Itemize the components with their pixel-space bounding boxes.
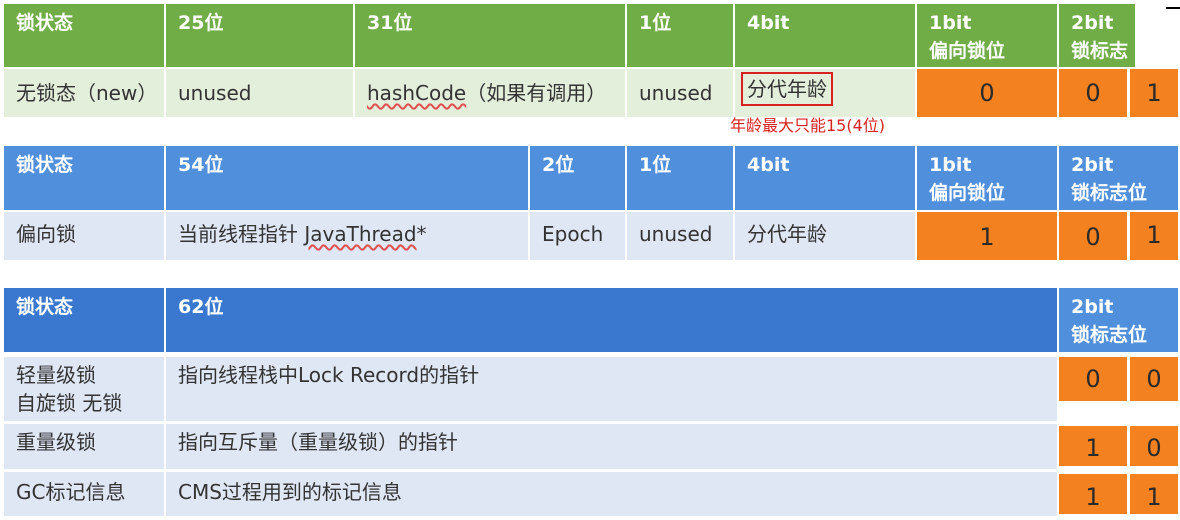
t3-row3-bit-2: 1: [1130, 474, 1178, 514]
t1-header-25: 25位: [166, 4, 353, 67]
t2-flag-bit-1: 0: [1059, 212, 1127, 260]
t3-row1-bit-1: 0: [1059, 357, 1127, 401]
corner-mark: [1166, 7, 1180, 9]
t1-cell-state: 无锁态（new）: [4, 69, 164, 117]
t1-header-1: 1位: [627, 4, 733, 67]
t1-hashcode-text: hashCode: [367, 81, 467, 105]
t3-header-62: 62位: [166, 288, 1057, 352]
t2-cell-2: Epoch: [530, 212, 625, 260]
t2-cell-4bit: 分代年龄: [735, 212, 915, 260]
t3-row2-content: 指向互斥量（重量级锁）的指针: [166, 424, 1057, 469]
t1-flag-bit-2: 1: [1130, 69, 1178, 117]
t1-header-4bit: 4bit: [735, 4, 915, 67]
t1-header-state: 锁状态: [4, 4, 164, 67]
t2-header-lock-flag: 2bit 锁标志位: [1059, 146, 1178, 210]
t1-header-31: 31位: [355, 4, 625, 67]
t2-header-2: 2位: [530, 146, 625, 210]
t1-hashcode-suffix: （如果有调用）: [466, 81, 607, 105]
t3-header-lock-flag: 2bit 锁标志位: [1059, 288, 1178, 352]
t3-row1-bit-2: 0: [1130, 357, 1178, 401]
t3-row2-state: 重量级锁: [4, 424, 164, 469]
t1-cell-4bit: 分代年龄: [735, 69, 915, 117]
t3-row2-bit-2: 0: [1130, 426, 1178, 466]
t1-header-biased-bit: 1bit 偏向锁位: [917, 4, 1057, 67]
t2-cell-54: 当前线程指针 JavaThread*: [166, 212, 528, 260]
t3-header-state: 锁状态: [4, 288, 164, 352]
t1-cell-1: unused: [627, 69, 733, 117]
t1-flag-bit-1: 0: [1059, 69, 1127, 117]
t2-header-state: 锁状态: [4, 146, 164, 210]
t1-age-highlight-box: 分代年龄: [741, 72, 833, 106]
t1-header-lock-flag: 2bit 锁标志: [1059, 4, 1135, 67]
t2-javathread-text: JavaThread: [304, 222, 417, 246]
t2-cell-1: unused: [627, 212, 733, 260]
t2-pointer-label: 当前线程指针: [178, 222, 305, 246]
t2-header-1: 1位: [627, 146, 733, 210]
age-annotation: 年龄最大只能15(4位): [730, 116, 886, 135]
t2-cell-state: 偏向锁: [4, 212, 164, 260]
t2-header-4bit: 4bit: [735, 146, 915, 210]
t2-header-54: 54位: [166, 146, 528, 210]
t3-row3-state: GC标记信息: [4, 472, 164, 516]
t1-cell-25: unused: [166, 69, 353, 117]
t2-biased-bit: 1: [917, 212, 1057, 260]
t1-biased-bit: 0: [917, 69, 1057, 117]
t1-cell-31: hashCode（如果有调用）: [355, 69, 625, 117]
t3-row2-bit-1: 1: [1059, 426, 1127, 466]
t3-row3-bit-1: 1: [1059, 474, 1127, 514]
t3-row3-content: CMS过程用到的标记信息: [166, 472, 1057, 516]
t2-header-biased-bit: 1bit 偏向锁位: [917, 146, 1057, 210]
t2-pointer-star: *: [416, 222, 427, 246]
t2-flag-bit-2: 1: [1130, 212, 1178, 260]
t3-row1-state: 轻量级锁 自旋锁 无锁: [4, 357, 164, 421]
t3-row1-content: 指向线程栈中Lock Record的指针: [166, 357, 1057, 421]
